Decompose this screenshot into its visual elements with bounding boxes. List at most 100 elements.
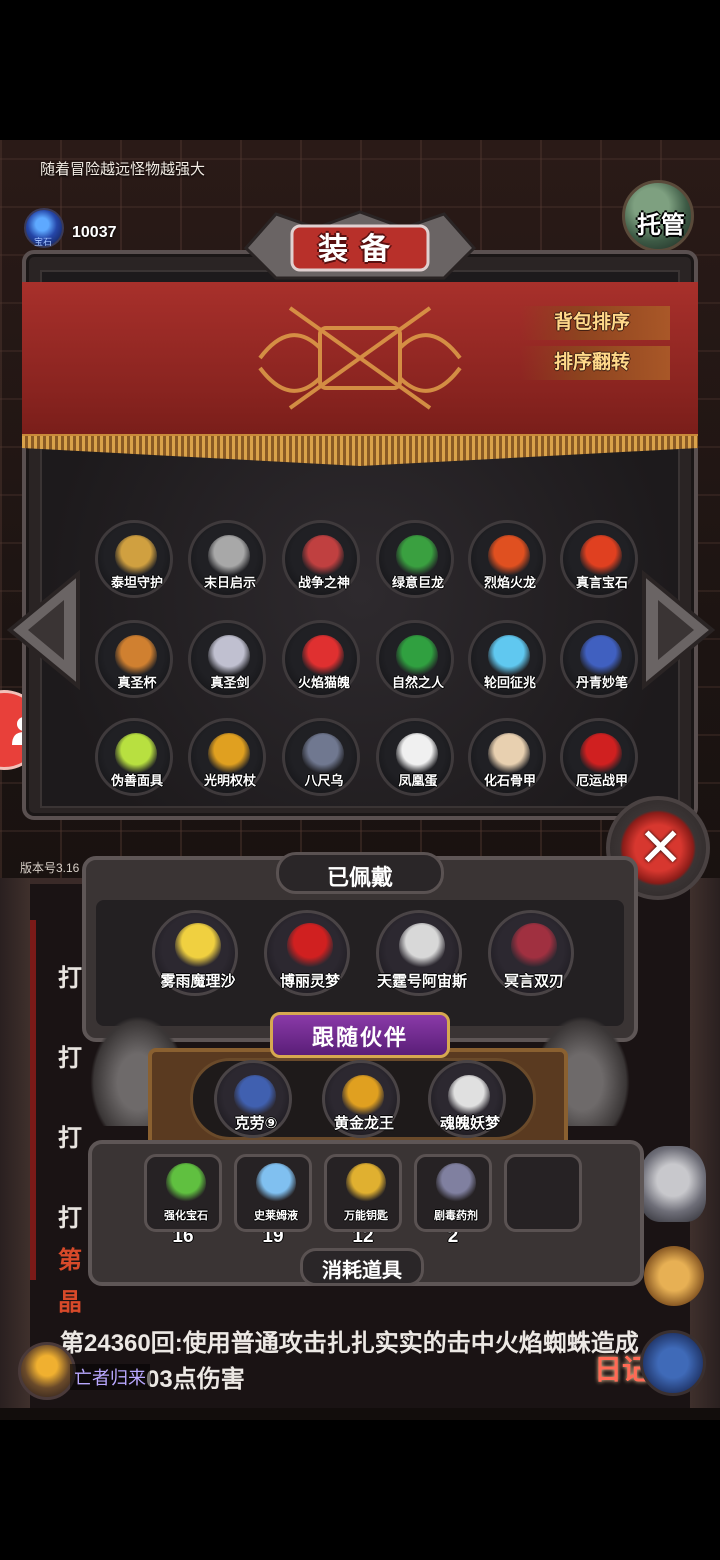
partner-slot[interactable]: 克劳⑨ xyxy=(214,1060,292,1138)
equipment-slot[interactable]: 真圣剑 xyxy=(188,620,266,698)
equipped-character-slot[interactable]: 雾雨魔理沙 xyxy=(152,910,238,996)
partner-portrait xyxy=(448,1075,490,1117)
equipment-item-icon xyxy=(115,733,157,775)
log-line: 打 xyxy=(58,1045,82,1072)
equipment-item-name: 光明权杖 xyxy=(203,773,256,788)
equipment-slot[interactable]: 化石骨甲 xyxy=(468,718,546,796)
equipment-item-name: 自然之人 xyxy=(391,675,444,690)
crossed-swords-emblem xyxy=(258,306,462,410)
equipped-title: 已佩戴 xyxy=(326,865,393,890)
hero-status: 亡者归来 xyxy=(70,1364,150,1390)
equipment-slot[interactable]: 轮回征兆 xyxy=(468,620,546,698)
equipment-item-name: 厄运战甲 xyxy=(575,773,628,788)
equipment-item-icon xyxy=(488,535,530,577)
equipment-slot[interactable]: 八尺乌 xyxy=(282,718,360,796)
equipment-item-icon xyxy=(208,535,250,577)
equipment-item-icon xyxy=(580,535,622,577)
equipment-item-name: 烈焰火龙 xyxy=(483,575,536,590)
equipment-slot[interactable]: 真言宝石 xyxy=(560,520,638,598)
equipment-item-name: 伪善面具 xyxy=(110,773,163,788)
equipped-character-name: 博丽灵梦 xyxy=(279,973,340,990)
equipped-character-name: 天霆号阿宙斯 xyxy=(376,973,467,990)
hero-avatar[interactable] xyxy=(18,1342,76,1400)
equipment-item-name: 末日启示 xyxy=(203,575,256,590)
equipment-slot[interactable]: 真圣杯 xyxy=(95,620,173,698)
equipment-item-icon xyxy=(302,535,344,577)
auto-button[interactable]: 托管 xyxy=(622,180,694,252)
equipment-item-icon xyxy=(580,635,622,677)
reverse-sort-button[interactable]: 排序翻转 xyxy=(520,346,670,380)
tavern-mug-icon[interactable] xyxy=(644,1246,704,1306)
equipment-item-icon xyxy=(302,635,344,677)
consumable-slot[interactable]: 万能钥匙 xyxy=(324,1154,402,1232)
prev-page-arrow-icon[interactable] xyxy=(4,570,82,690)
consumable-slot[interactable]: 史莱姆液 xyxy=(234,1154,312,1232)
partner-portrait xyxy=(342,1075,384,1117)
consumable-icon xyxy=(346,1163,386,1203)
equipment-slot[interactable]: 绿意巨龙 xyxy=(376,520,454,598)
equipment-item-icon xyxy=(488,733,530,775)
log-line: 打 xyxy=(58,965,82,992)
equipment-slot[interactable]: 厄运战甲 xyxy=(560,718,638,796)
equipment-slot[interactable]: 战争之神 xyxy=(282,520,360,598)
equipment-item-name: 八尺乌 xyxy=(304,773,344,788)
consumable-icon xyxy=(256,1163,296,1203)
equipment-item-name: 泰坦守护 xyxy=(110,575,163,590)
character-portrait xyxy=(287,923,333,969)
sort-bag-button[interactable]: 背包排序 xyxy=(520,306,670,340)
auto-label: 托管 xyxy=(637,212,685,239)
equipment-item-name: 轮回征兆 xyxy=(483,675,536,690)
equipment-slot[interactable]: 泰坦守护 xyxy=(95,520,173,598)
equipment-item-icon xyxy=(396,733,438,775)
equipped-character-name: 冥言双刃 xyxy=(503,973,564,990)
consumable-slot[interactable]: 强化宝石 xyxy=(144,1154,222,1232)
consumable-name: 史莱姆液 xyxy=(254,1210,298,1222)
equipment-slot[interactable]: 烈焰火龙 xyxy=(468,520,546,598)
equipment-slot[interactable]: 末日启示 xyxy=(188,520,266,598)
equipped-character-name: 雾雨魔理沙 xyxy=(160,973,236,990)
equipment-slot[interactable]: 自然之人 xyxy=(376,620,454,698)
hint-text: 随着冒险越远怪物越强大 xyxy=(40,161,206,178)
consumable-name: 强化宝石 xyxy=(164,1210,208,1222)
character-portrait xyxy=(511,923,557,969)
equipment-item-name: 战争之神 xyxy=(297,575,350,590)
gem-count: 10037 xyxy=(72,224,117,241)
equipment-title: 装备 xyxy=(318,233,402,266)
equipment-item-name: 火焰猫魄 xyxy=(297,675,350,690)
equipped-character-slot[interactable]: 博丽灵梦 xyxy=(264,910,350,996)
log-line: 打 xyxy=(58,1125,82,1152)
diary-book-icon[interactable] xyxy=(640,1330,706,1396)
equipment-item-icon xyxy=(208,635,250,677)
equipment-slot[interactable]: 光明权杖 xyxy=(188,718,266,796)
partner-name: 黄金龙王 xyxy=(333,1115,394,1132)
equipment-item-name: 凤凰蛋 xyxy=(398,773,438,788)
close-icon: ✕ xyxy=(638,818,684,878)
log-accent xyxy=(30,920,36,1280)
consumable-icon xyxy=(436,1163,476,1203)
consumable-name: 剧毒药剂 xyxy=(434,1210,478,1222)
equipment-slot[interactable]: 伪善面具 xyxy=(95,718,173,796)
next-page-arrow-icon[interactable] xyxy=(640,570,718,690)
equipped-character-slot[interactable]: 冥言双刃 xyxy=(488,910,574,996)
partner-title: 跟随伙伴 xyxy=(311,1025,408,1050)
equipment-item-icon xyxy=(115,535,157,577)
consumable-icon xyxy=(166,1163,206,1203)
equipment-item-icon xyxy=(396,635,438,677)
partner-slot[interactable]: 黄金龙王 xyxy=(322,1060,400,1138)
equipment-item-icon xyxy=(580,733,622,775)
log-line: 打 xyxy=(58,1205,82,1232)
empty-consumable-slot[interactable] xyxy=(504,1154,582,1232)
equipped-character-slot[interactable]: 天霆号阿宙斯 xyxy=(376,910,467,996)
log-frame-left xyxy=(0,878,30,1408)
equipment-slot[interactable]: 凤凰蛋 xyxy=(376,718,454,796)
equipment-item-name: 丹青妙笔 xyxy=(575,675,628,690)
partner-slot[interactable]: 魂魄妖梦 xyxy=(428,1060,506,1138)
equipment-item-icon xyxy=(302,733,344,775)
partner-name: 克劳⑨ xyxy=(234,1115,278,1132)
equipment-slot[interactable]: 丹青妙笔 xyxy=(560,620,638,698)
knight-helmet-icon[interactable] xyxy=(640,1146,706,1222)
equipment-slot[interactable]: 火焰猫魄 xyxy=(282,620,360,698)
equipment-item-icon xyxy=(115,635,157,677)
equipment-item-name: 真言宝石 xyxy=(575,575,628,590)
consumable-slot[interactable]: 剧毒药剂 xyxy=(414,1154,492,1232)
